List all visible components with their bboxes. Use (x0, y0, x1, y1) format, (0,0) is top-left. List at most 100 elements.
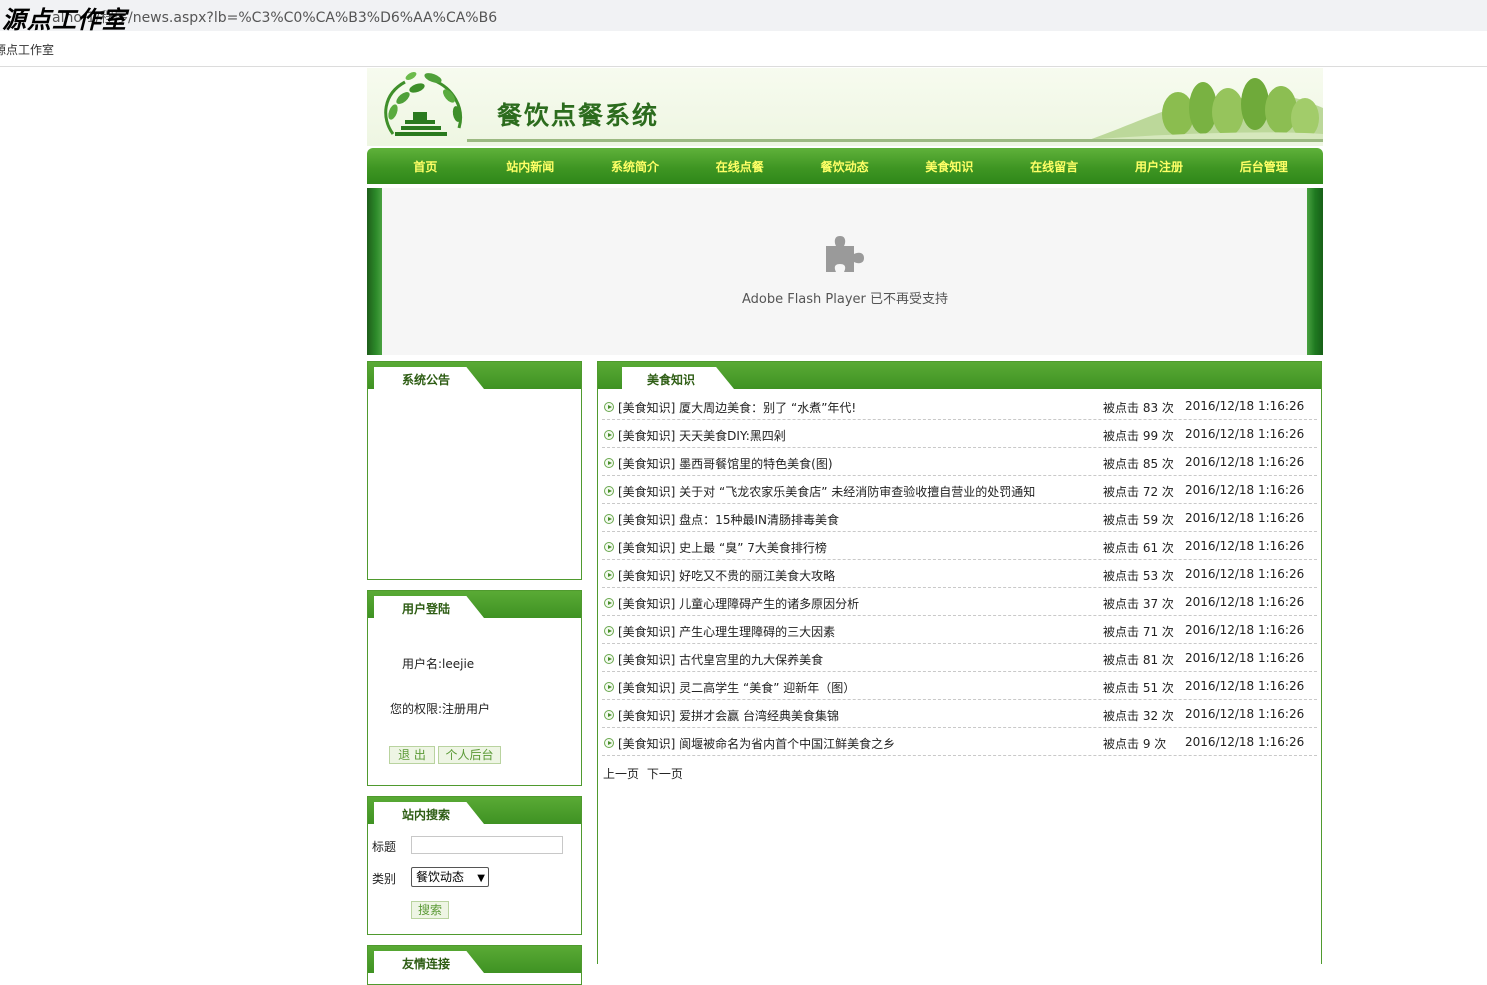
search-category-value: 餐饮动态 (416, 870, 465, 884)
leaf-logo-icon (384, 72, 462, 136)
news-title-link[interactable]: [美食知识] 厦大周边美食：别了 “水煮”年代! (618, 399, 856, 416)
search-box: 站内搜索 标题 类别 餐饮动态 ▼ 搜索 (367, 796, 582, 935)
news-row: [美食知识] 灵二高学生 “美食” 迎新年（图） 被点击 51 次 2016/1… (602, 672, 1317, 700)
nav-admin[interactable]: 后台管理 (1211, 148, 1316, 184)
header-banner: 餐饮点餐系统 (367, 68, 1323, 146)
news-row: [美食知识] 爱拼才会赢 台湾经典美食集锦 被点击 32 次 2016/12/1… (602, 700, 1317, 728)
notice-box-title: 系统公告 (402, 373, 451, 387)
news-title-link[interactable]: [美食知识] 关于对 “飞龙农家乐美食店” 未经消防审查验收擅自营业的处罚通知 (618, 483, 1035, 500)
news-date: 2016/12/18 1:16:26 (1185, 399, 1305, 413)
flash-unsupported-message: Adobe Flash Player 已不再受支持 (741, 292, 949, 307)
news-hits: 被点击 9 次 (1103, 737, 1167, 751)
news-panel-header: 美食知识 (598, 362, 1321, 389)
news-row: [美食知识] 产生心理生理障碍的三大因素 被点击 71 次 2016/12/18… (602, 616, 1317, 644)
arrow-bullet-icon (604, 626, 614, 636)
news-hits: 被点击 37 次 (1103, 597, 1174, 611)
nav-home[interactable]: 首页 (373, 148, 478, 184)
chevron-down-icon: ▼ (477, 873, 485, 884)
username-line: 用户名:leejie (402, 657, 475, 671)
news-hits: 被点击 32 次 (1103, 709, 1174, 723)
news-title-link[interactable]: [美食知识] 阆堰被命名为省内首个中国江鲜美食之乡 (618, 735, 895, 752)
search-title-label: 标题 (372, 840, 397, 854)
arrow-bullet-icon (604, 598, 614, 608)
search-box-header: 站内搜索 (368, 797, 581, 824)
pager: 上一页 下一页 (603, 765, 687, 782)
news-hits: 被点击 59 次 (1103, 513, 1174, 527)
page-container: 餐饮点餐系统 首页 站内新闻 系统简介 在线点餐 餐饮动态 美食知识 在线留言 … (367, 68, 1323, 985)
news-hits: 被点击 99 次 (1103, 429, 1174, 443)
news-hits: 被点击 61 次 (1103, 541, 1174, 555)
flash-edge-left (367, 188, 382, 355)
news-row: [美食知识] 关于对 “飞龙农家乐美食店” 未经消防审查验收擅自营业的处罚通知 … (602, 476, 1317, 504)
news-hits: 被点击 83 次 (1103, 401, 1174, 415)
news-row: [美食知识] 儿童心理障碍产生的诸多原因分析 被点击 37 次 2016/12/… (602, 588, 1317, 616)
browser-tab-title[interactable]: 源点工作室 (0, 41, 54, 58)
news-title-link[interactable]: [美食知识] 爱拼才会赢 台湾经典美食集锦 (618, 707, 839, 724)
news-row: [美食知识] 厦大周边美食：别了 “水煮”年代! 被点击 83 次 2016/1… (602, 392, 1317, 420)
nav-register[interactable]: 用户注册 (1107, 148, 1212, 184)
arrow-bullet-icon (604, 710, 614, 720)
news-date: 2016/12/18 1:16:26 (1185, 595, 1305, 609)
site-title: 餐饮点餐系统 (497, 101, 660, 130)
login-box-title: 用户登陆 (402, 602, 451, 616)
news-title-link[interactable]: [美食知识] 儿童心理障碍产生的诸多原因分析 (618, 595, 859, 612)
arrow-bullet-icon (604, 486, 614, 496)
search-category-select[interactable]: 餐饮动态 ▼ (411, 867, 489, 887)
news-row: [美食知识] 史上最 “臭” 7大美食排行榜 被点击 61 次 2016/12/… (602, 532, 1317, 560)
arrow-bullet-icon (604, 682, 614, 692)
news-title-link[interactable]: [美食知识] 古代皇宫里的九大保养美食 (618, 651, 823, 668)
personal-backend-button[interactable]: 个人后台 (438, 746, 501, 764)
news-date: 2016/12/18 1:16:26 (1185, 455, 1305, 469)
search-button[interactable]: 搜索 (411, 901, 449, 919)
news-row: [美食知识] 墨西哥餐馆里的特色美食(图) 被点击 85 次 2016/12/1… (602, 448, 1317, 476)
news-row: [美食知识] 古代皇宫里的九大保养美食 被点击 81 次 2016/12/18 … (602, 644, 1317, 672)
nav-online-order[interactable]: 在线点餐 (687, 148, 792, 184)
browser-tab-bar: 源点工作室 (0, 31, 1487, 67)
forest-hills-decoration (1083, 78, 1323, 142)
notice-box: 系统公告 (367, 361, 582, 580)
links-box: 友情连接 (367, 945, 582, 985)
news-date: 2016/12/18 1:16:26 (1185, 427, 1305, 441)
arrow-bullet-icon (604, 654, 614, 664)
arrow-bullet-icon (604, 430, 614, 440)
banner-divider (467, 139, 1323, 142)
news-panel-title: 美食知识 (647, 373, 696, 387)
news-date: 2016/12/18 1:16:26 (1185, 623, 1305, 637)
arrow-bullet-icon (604, 402, 614, 412)
news-title-link[interactable]: [美食知识] 史上最 “臭” 7大美食排行榜 (618, 539, 827, 556)
next-page-link[interactable]: 下一页 (647, 767, 683, 781)
arrow-bullet-icon (604, 542, 614, 552)
news-hits: 被点击 81 次 (1103, 653, 1174, 667)
nav-guestbook[interactable]: 在线留言 (1002, 148, 1107, 184)
prev-page-link[interactable]: 上一页 (603, 767, 639, 781)
news-title-link[interactable]: [美食知识] 好吃又不贵的丽江美食大攻略 (618, 567, 835, 584)
puzzle-icon (826, 236, 864, 272)
news-hits: 被点击 51 次 (1103, 681, 1174, 695)
links-box-header: 友情连接 (368, 946, 581, 973)
address-bar[interactable]: alho 1/程序/news.aspx?lb=%C3%C0%CA%B3%D6%A… (0, 0, 1487, 31)
nav-food-knowledge[interactable]: 美食知识 (897, 148, 1002, 184)
search-box-title: 站内搜索 (402, 808, 451, 822)
news-title-link[interactable]: [美食知识] 灵二高学生 “美食” 迎新年（图） (618, 679, 855, 696)
news-date: 2016/12/18 1:16:26 (1185, 539, 1305, 553)
search-title-input[interactable] (411, 836, 563, 854)
arrow-bullet-icon (604, 738, 614, 748)
logout-button[interactable]: 退 出 (389, 746, 435, 764)
news-row: [美食知识] 盘点：15种最IN清肠排毒美食 被点击 59 次 2016/12/… (602, 504, 1317, 532)
nav-site-news[interactable]: 站内新闻 (478, 148, 583, 184)
main-nav: 首页 站内新闻 系统简介 在线点餐 餐饮动态 美食知识 在线留言 用户注册 后台… (367, 148, 1323, 184)
news-title-link[interactable]: [美食知识] 墨西哥餐馆里的特色美食(图) (618, 455, 833, 472)
news-date: 2016/12/18 1:16:26 (1185, 651, 1305, 665)
nav-dining-news[interactable]: 餐饮动态 (792, 148, 897, 184)
news-date: 2016/12/18 1:16:26 (1185, 483, 1305, 497)
news-date: 2016/12/18 1:16:26 (1185, 567, 1305, 581)
flash-placeholder: Adobe Flash Player 已不再受支持 (367, 188, 1323, 355)
nav-system-intro[interactable]: 系统简介 (583, 148, 688, 184)
watermark-text: 源点工作室 (2, 6, 127, 34)
arrow-bullet-icon (604, 514, 614, 524)
login-box-header: 用户登陆 (368, 591, 581, 618)
news-title-link[interactable]: [美食知识] 产生心理生理障碍的三大因素 (618, 623, 835, 640)
news-title-link[interactable]: [美食知识] 盘点：15种最IN清肠排毒美食 (618, 511, 839, 528)
flash-edge-right (1307, 188, 1323, 355)
news-title-link[interactable]: [美食知识] 天天美食DIY:黑四剁 (618, 427, 786, 444)
